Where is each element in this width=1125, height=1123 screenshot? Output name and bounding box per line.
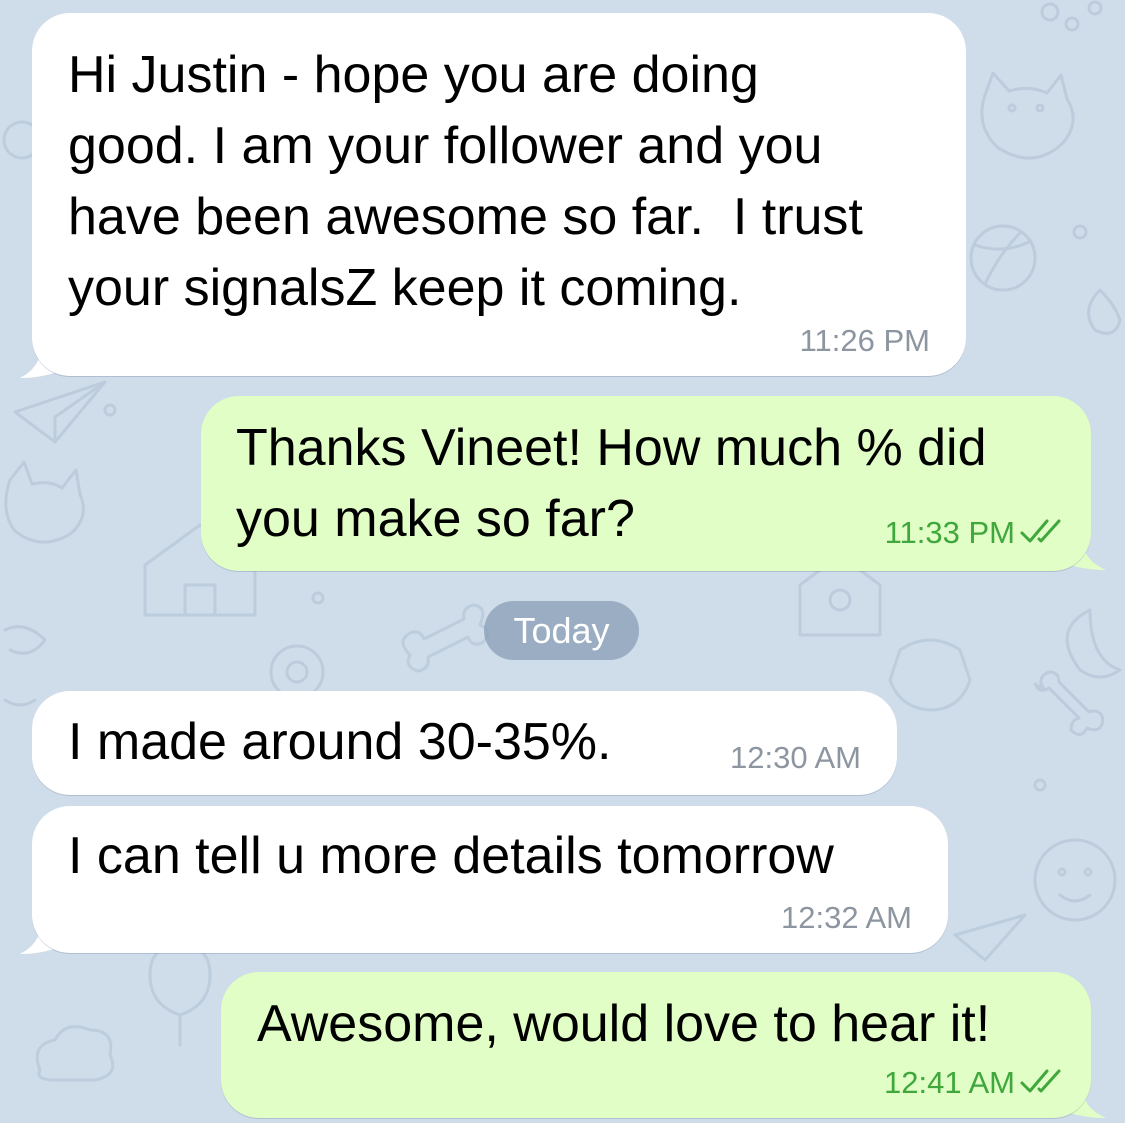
doodle-plane-bottom-icon [953, 913, 1027, 962]
message-time: 12:30 AM [730, 740, 861, 775]
doodle-face-icon [1033, 838, 1117, 922]
message-bubble-outgoing[interactable]: Thanks Vineet! How much % did you make s… [201, 396, 1091, 571]
message-time: 11:33 PM [884, 515, 1015, 550]
double-check-icon [1020, 519, 1061, 543]
doodle-flame-icon [1087, 288, 1122, 335]
message-text: Hi Justin - hope you are doing good. I a… [68, 46, 863, 317]
date-separator: Today [484, 601, 639, 660]
doodle-dog-icon [888, 638, 972, 712]
message-time: 12:32 AM [781, 900, 912, 935]
doodle-cloud-icon [35, 1025, 115, 1082]
message-time-status: 11:33 PM [885, 516, 1065, 550]
doodle-plane-icon [13, 380, 107, 444]
message-bubble-incoming[interactable]: I can tell u more details tomorrow 12:32… [32, 806, 948, 953]
doodle-moon-icon [1065, 608, 1122, 679]
message-bubble-incoming[interactable]: Hi Justin - hope you are doing good. I a… [32, 13, 966, 376]
doodle-paw-icon [1040, 0, 1103, 32]
double-check-icon [1020, 1069, 1061, 1093]
message-time-status: 12:41 AM [884, 1066, 1065, 1100]
doodle-ball-icon [969, 224, 1037, 292]
doodle-cat-icon [980, 71, 1075, 160]
message-text: Awesome, would love to hear it! [257, 995, 991, 1053]
doodle-bone-right-icon [1033, 670, 1105, 736]
doodle-bone-icon [401, 603, 489, 673]
message-time: 12:41 AM [884, 1065, 1015, 1100]
doodle-cat-left-icon [4, 460, 85, 544]
message-text: I can tell u more details tomorrow [68, 827, 834, 885]
doodle-squiggle-icon [3, 625, 47, 707]
doodle-balloon-icon [148, 943, 212, 1047]
message-time: 11:26 PM [799, 323, 930, 358]
message-bubble-incoming[interactable]: I made around 30-35%. 12:30 AM [32, 691, 897, 795]
message-bubble-outgoing[interactable]: Awesome, would love to hear it! 12:41 AM [221, 972, 1091, 1118]
